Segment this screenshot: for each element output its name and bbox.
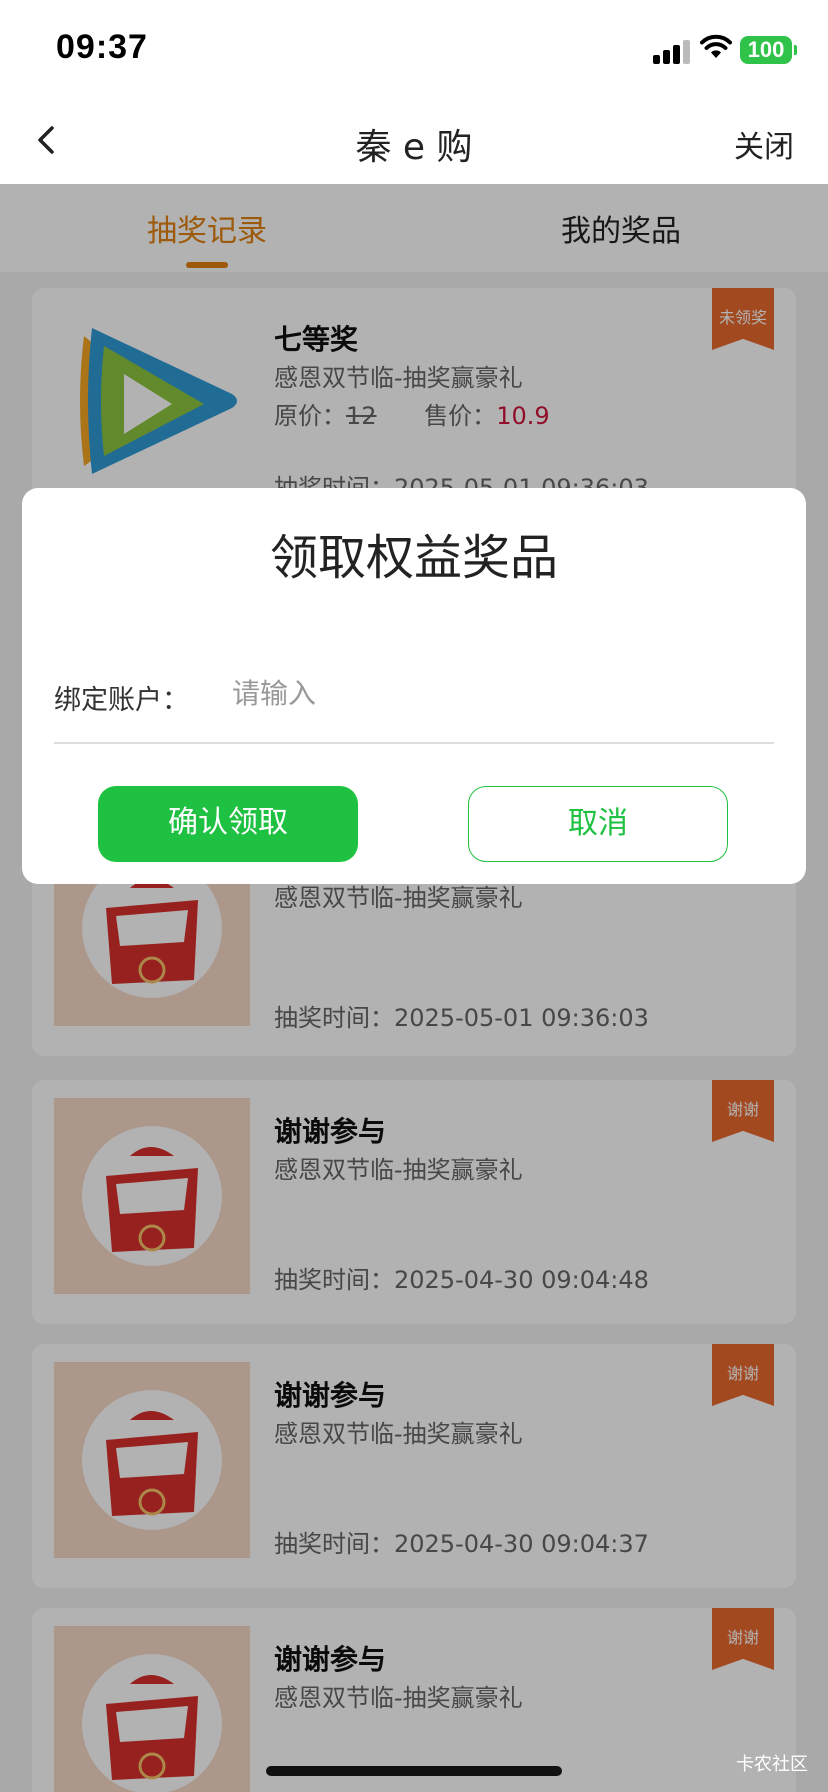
close-button[interactable]: 关闭 [734,122,794,166]
modal-backdrop[interactable] [0,184,828,1792]
status-time: 09:37 [56,28,148,66]
cellular-signal-icon [653,40,691,64]
battery-icon: 100 [740,36,797,64]
bind-account-label: 绑定账户： [54,685,189,716]
wifi-icon [700,34,732,58]
page-title: 秦 e 购 [355,127,473,168]
confirm-claim-button[interactable]: 确认领取 [98,786,358,862]
status-bar: 09:37 100 [0,0,828,100]
input-underline [54,742,774,744]
claim-prize-dialog: 领取权益奖品 绑定账户： 确认领取 取消 [22,488,806,884]
nav-bar: 秦 e 购 关闭 [0,100,828,184]
home-indicator[interactable] [266,1766,562,1776]
bind-account-input[interactable] [232,668,772,718]
cancel-button[interactable]: 取消 [468,786,728,862]
battery-level: 100 [747,37,785,62]
dialog-title: 领取权益奖品 [269,530,558,586]
watermark-text: 卡农社区 [736,1754,808,1775]
